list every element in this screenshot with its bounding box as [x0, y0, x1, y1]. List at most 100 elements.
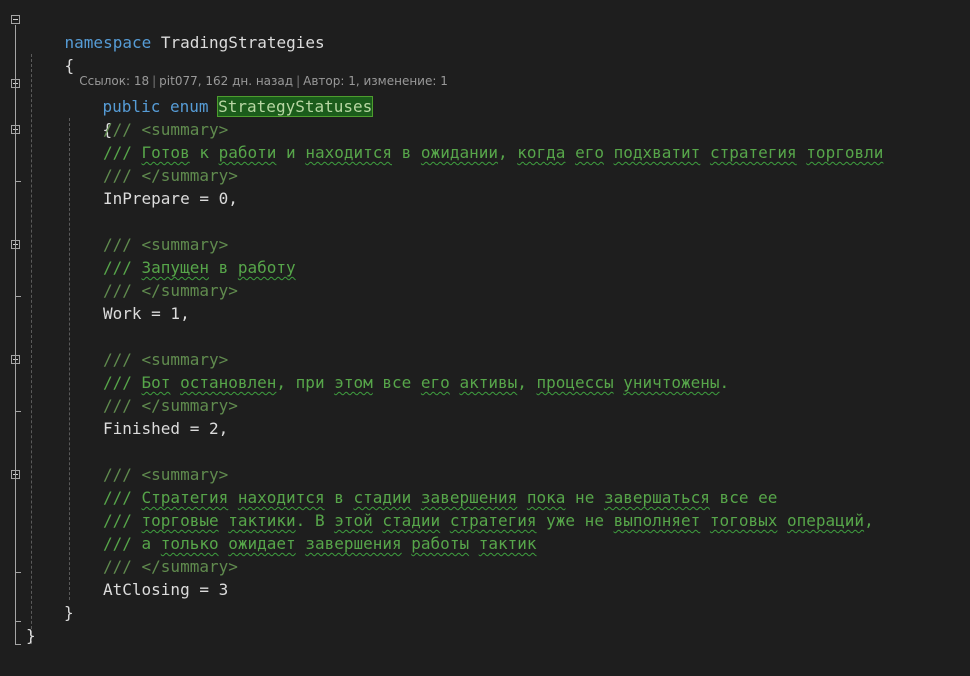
comment-word: тоговых [709, 511, 778, 530]
comment-text: . В [295, 511, 335, 530]
summary-tag: /// </summary> [103, 166, 238, 185]
comment-text [517, 488, 527, 507]
comment-word: этом [334, 373, 373, 392]
comment-text [614, 373, 624, 392]
comment-text [219, 511, 229, 530]
fold-line-summary-3 [15, 365, 16, 411]
keyword-namespace: namespace [64, 33, 152, 52]
comment-word: этой [334, 511, 373, 530]
comment-text: в [392, 143, 421, 162]
comment-word: стадии [382, 511, 441, 530]
comment-text: в [324, 488, 354, 507]
enum-member-inprepare[interactable]: InPrepare = 0, [103, 187, 238, 210]
comment-prefix: /// [103, 373, 142, 392]
comment-text [700, 511, 710, 530]
comment-text [402, 534, 412, 553]
comment-word: работи [218, 143, 277, 162]
summary-tag: /// <summary> [103, 350, 229, 369]
fold-end-summary-3 [15, 411, 21, 412]
doc-comment-open: /// <summary> [103, 118, 228, 141]
comment-text [797, 143, 807, 162]
enum-member-text: InPrepare = 0, [103, 189, 238, 208]
fold-end-enum [15, 621, 21, 622]
enum-member-finished[interactable]: Finished = 2, [103, 417, 228, 440]
comment-text [604, 143, 614, 162]
doc-comment-close: /// </summary> [103, 394, 238, 417]
comment-word: тактик [478, 534, 537, 553]
doc-comment-text: /// Запущен в работу [103, 256, 296, 279]
doc-comment-open: /// <summary> [103, 463, 228, 486]
comment-text [411, 488, 421, 507]
comment-word: остановлен [180, 373, 277, 392]
comment-prefix: /// [103, 258, 142, 277]
code-editor[interactable]: namespace TradingStrategies { Ссылок: 18… [0, 0, 970, 676]
comment-text: все ее [709, 488, 778, 507]
codelens: Ссылок: 18 | pit077, 162 дн. назад | Автор: … [64, 57, 448, 88]
fold-line-summary-4 [15, 480, 16, 572]
comment-word: торговли [806, 143, 884, 162]
enum-member-text: Finished = 2, [103, 419, 229, 438]
comment-text [450, 373, 460, 392]
comment-word: торговые [141, 511, 219, 530]
doc-comment-open: /// <summary> [103, 233, 228, 256]
comment-word: находится [237, 488, 325, 507]
comment-word: выполняет [613, 511, 701, 530]
comment-word: ожидании [420, 143, 498, 162]
comment-text: , при [276, 373, 335, 392]
summary-tag: /// </summary> [103, 396, 238, 415]
doc-comment-close: /// </summary> [103, 555, 238, 578]
fold-end-summary-4 [15, 572, 21, 573]
comment-text: все [372, 373, 421, 392]
comment-word: подхватит [613, 143, 701, 162]
comment-text [777, 511, 787, 530]
summary-tag: /// <summary> [103, 235, 229, 254]
code-line-enum-close: } [64, 601, 74, 624]
comment-text: и [276, 143, 306, 162]
namespace-name[interactable]: TradingStrategies [161, 33, 325, 52]
summary-tag: /// </summary> [103, 557, 238, 576]
enum-member-atclosing[interactable]: AtClosing = 3 [103, 578, 228, 601]
comment-word: когда [517, 143, 566, 162]
code-line-enum: public enum StrategyStatuses [64, 72, 374, 117]
code-line-namespace: namespace TradingStrategies [26, 8, 325, 52]
enum-name-highlighted[interactable]: StrategyStatuses [217, 96, 374, 117]
indent-guide-2 [69, 118, 70, 600]
summary-tag: /// </summary> [103, 281, 238, 300]
doc-comment-text: /// Бот остановлен, при этом все его акт… [103, 371, 729, 394]
comment-word: только [160, 534, 219, 553]
doc-comment-text: /// Готов к работи и находится в ожидани… [103, 141, 883, 164]
indent-guide-1 [31, 54, 32, 644]
comment-word: работу [237, 258, 296, 277]
fold-line-summary-1 [15, 135, 16, 181]
comment-text [700, 143, 710, 162]
brace-close: } [64, 603, 74, 622]
comment-word: работы [411, 534, 470, 553]
comment-word: Готов [141, 143, 190, 162]
code-line-namespace-close: } [26, 624, 36, 647]
comment-text: , [517, 373, 537, 392]
comment-word: завершения [305, 534, 402, 553]
doc-comment-text: /// Стратегия находится в стадии заверше… [103, 486, 777, 509]
comment-word: Запущен [141, 258, 209, 277]
comment-word: уничтожены [623, 373, 720, 392]
fold-end-namespace [15, 644, 21, 645]
comment-text: не [565, 488, 604, 507]
comment-word: его [575, 143, 604, 162]
collapse-namespace-icon[interactable] [11, 15, 20, 24]
comment-text [469, 534, 479, 553]
keyword-enum: enum [169, 97, 209, 116]
code-line-enum-open: { [64, 95, 113, 139]
fold-end-summary-1 [15, 181, 21, 182]
comment-text [170, 373, 180, 392]
comment-text: к [189, 143, 219, 162]
comment-prefix: /// а [103, 534, 161, 553]
comment-word: стадии [353, 488, 412, 507]
enum-member-text: AtClosing = 3 [103, 580, 229, 599]
comment-word: Бот [141, 373, 171, 392]
comment-word: стратегия [449, 511, 537, 530]
comment-word: операций [787, 511, 865, 530]
comment-text [219, 534, 229, 553]
comment-word: ожидает [228, 534, 296, 553]
enum-member-work[interactable]: Work = 1, [103, 302, 190, 325]
comment-word: процессы [536, 373, 614, 392]
